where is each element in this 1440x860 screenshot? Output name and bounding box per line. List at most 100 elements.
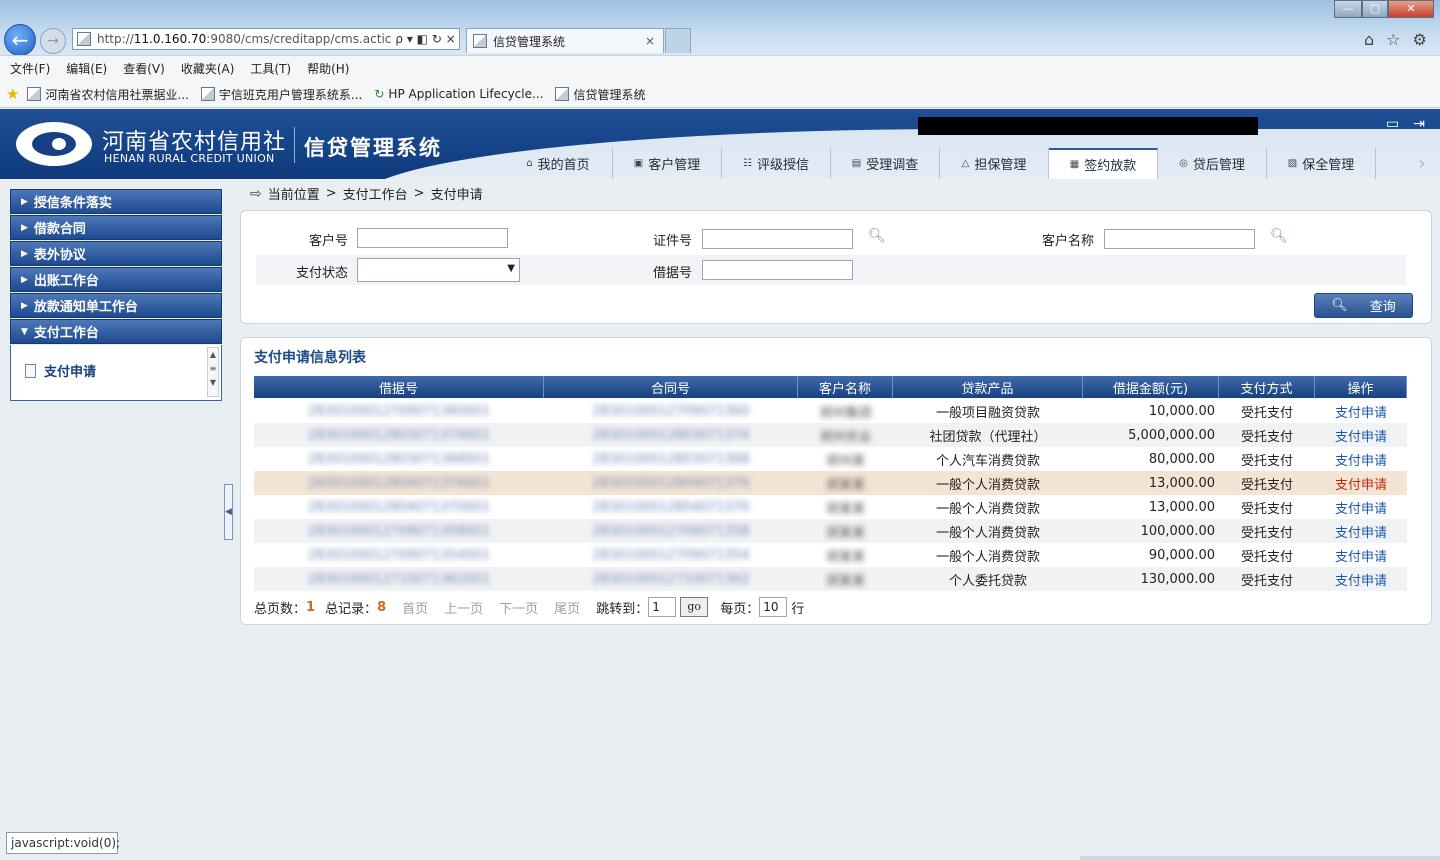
sidebar-item-label: 授信条件落实: [33, 196, 112, 211]
favorite-link[interactable]: ↻ HP Application Lifecycle...: [374, 87, 543, 101]
payment-apply-link[interactable]: 支付申请: [1335, 450, 1387, 469]
cell-text: 2830100012804071370001: [308, 499, 490, 515]
cell-text: 郑某某: [825, 525, 865, 541]
payment-apply-link[interactable]: 支付申请: [1335, 474, 1387, 493]
nav-tab-label: 我的首页: [537, 158, 590, 173]
table-cell-action[interactable]: 支付申请: [1315, 519, 1407, 543]
table-cell-action[interactable]: 支付申请: [1315, 567, 1407, 591]
back-arrow-icon[interactable]: ←: [4, 24, 36, 56]
preserve-icon: ▧: [1287, 158, 1298, 169]
table-cell-action[interactable]: 支付申请: [1315, 543, 1407, 567]
table-cell-name: 郑某某: [798, 495, 893, 519]
table-cell-action[interactable]: 支付申请: [1315, 423, 1407, 447]
address-tools[interactable]: ρ ▾ ◧ ↻ ×: [391, 32, 459, 46]
payment-apply-link[interactable]: 支付申请: [1335, 498, 1387, 517]
table-row[interactable]: 2830100012804071376001 283010001280407137…: [254, 471, 1407, 495]
chevron-down-icon: ▼: [507, 263, 515, 274]
submenu-item-payment-apply[interactable]: 支付申请: [25, 361, 96, 380]
nav-tab[interactable]: ◎ 贷后管理: [1158, 148, 1267, 179]
close-window-icon[interactable]: ✕: [1388, 0, 1434, 18]
maximize-icon[interactable]: ▢: [1362, 0, 1388, 18]
search-magnifier-icon[interactable]: 🔍︎: [1270, 228, 1288, 244]
nav-tab[interactable]: △ 担保管理: [940, 148, 1049, 179]
sidebar-submenu: 支付申请 ▲ ≡ ▼: [10, 345, 222, 401]
menu-bar: 文件(F) 编辑(E) 查看(V) 收藏夹(A) 工具(T) 帮助(H): [0, 55, 1440, 81]
payment-apply-link[interactable]: 支付申请: [1335, 402, 1387, 421]
address-bar[interactable]: http://11.0.160.70:9080/cms/creditapp/cm…: [72, 28, 460, 50]
gear-icon[interactable]: ⚙: [1413, 30, 1427, 49]
logout-icon[interactable]: ⇥: [1413, 116, 1425, 132]
nav-tab[interactable]: ▣ 客户管理: [613, 148, 722, 179]
menu-favorites[interactable]: 收藏夹(A): [181, 60, 235, 77]
first-page-link[interactable]: 首页: [402, 598, 428, 617]
table-cell-action[interactable]: 支付申请: [1315, 471, 1407, 495]
breadcrumb-item[interactable]: 支付工作台: [343, 184, 408, 203]
cell-text: 社团贷款（代理社）: [929, 429, 1047, 445]
table-row[interactable]: 2830100012803071368001 283010001280307136…: [254, 447, 1407, 471]
id-no-input[interactable]: [702, 229, 853, 249]
prev-page-link[interactable]: 上一页: [444, 598, 483, 617]
nav-tab[interactable]: ☷ 评级授信: [722, 148, 831, 179]
nav-tab[interactable]: ▤ 受理调查: [831, 148, 940, 179]
nav-scroll-right-icon[interactable]: ›: [1404, 148, 1440, 179]
customer-name-input[interactable]: [1104, 229, 1255, 249]
minimize-icon[interactable]: —: [1334, 0, 1362, 18]
next-page-link[interactable]: 下一页: [499, 598, 538, 617]
search-magnifier-icon[interactable]: 🔍︎: [868, 228, 886, 244]
favorite-link[interactable]: 河南省农村信用社票据业...: [27, 86, 189, 103]
menu-file[interactable]: 文件(F): [10, 60, 50, 77]
table-row[interactable]: 2830100012804071370001 283010001280407137…: [254, 495, 1407, 519]
forward-arrow-icon[interactable]: →: [40, 28, 66, 54]
pay-status-select[interactable]: ▼: [357, 258, 520, 282]
customer-no-input[interactable]: [357, 228, 508, 248]
menu-help[interactable]: 帮助(H): [307, 60, 349, 77]
sidebar-item-payment-desk[interactable]: ▼ 支付工作台: [10, 319, 222, 344]
table-row[interactable]: 2830100012709071358001 283010001270907135…: [254, 519, 1407, 543]
favorites-star-icon[interactable]: ★: [6, 85, 19, 103]
sidebar-item-loan-contract[interactable]: ▶ 借款合同: [10, 215, 222, 240]
payment-apply-link[interactable]: 支付申请: [1335, 426, 1387, 445]
payment-apply-link[interactable]: 支付申请: [1335, 522, 1387, 541]
favorite-link[interactable]: 信贷管理系统: [555, 86, 645, 103]
query-button[interactable]: 🔍︎ 查询: [1314, 293, 1413, 318]
sidebar-item-notice-desk[interactable]: ▶ 放款通知单工作台: [10, 293, 222, 318]
per-page-input[interactable]: 10: [759, 597, 788, 617]
favorites-star-icon[interactable]: ☆: [1386, 30, 1400, 49]
table-row[interactable]: 2830100012803071374001 283010001280307137…: [254, 423, 1407, 447]
jump-page-input[interactable]: 1: [648, 597, 677, 617]
tab-close-icon[interactable]: ×: [645, 34, 655, 48]
last-page-link[interactable]: 尾页: [554, 598, 580, 617]
go-button[interactable]: go: [680, 597, 709, 617]
payment-apply-link[interactable]: 支付申请: [1335, 570, 1387, 589]
submenu-scrollbar[interactable]: ▲ ≡ ▼: [207, 347, 219, 397]
home-icon[interactable]: ⌂: [1364, 30, 1374, 49]
sidebar-item-disbursement-desk[interactable]: ▶ 出账工作台: [10, 267, 222, 292]
table-cell-action[interactable]: 支付申请: [1315, 447, 1407, 471]
cell-text: 100,000.00: [1140, 523, 1215, 539]
menu-edit[interactable]: 编辑(E): [66, 60, 107, 77]
table-row[interactable]: 2830100012709071354001 283010001270907135…: [254, 543, 1407, 567]
menu-view[interactable]: 查看(V): [123, 60, 165, 77]
favorite-link[interactable]: 宇信班克用户管理系统系...: [200, 86, 362, 103]
cell-text: 5,000,000.00: [1128, 427, 1215, 443]
new-tab-button[interactable]: [665, 28, 691, 53]
refresh-icon: ↻: [374, 87, 385, 101]
table-cell-action[interactable]: 支付申请: [1315, 495, 1407, 519]
payment-apply-link[interactable]: 支付申请: [1335, 546, 1387, 565]
nav-tab[interactable]: ⌂ 我的首页: [504, 148, 613, 179]
search-row: 客户号 证件号 🔍︎ 客户名称 🔍︎: [256, 224, 1406, 254]
cell-text: 郑某某: [825, 549, 865, 565]
table-row[interactable]: 2830100012710071362001 283010001271007136…: [254, 567, 1407, 591]
table-row[interactable]: 2830100012709071360001 283010001270907136…: [254, 399, 1407, 423]
nav-tab[interactable]: ▦ 签约放款: [1049, 148, 1158, 179]
nav-tab[interactable]: ▧ 保全管理: [1267, 148, 1376, 179]
cell-text: 一般个人消费贷款: [935, 549, 1040, 565]
receipt-no-input[interactable]: [702, 260, 853, 280]
table-cell-action[interactable]: 支付申请: [1315, 399, 1407, 423]
sidebar-collapse-handle[interactable]: ◀: [224, 484, 233, 540]
sidebar-item-offbalance[interactable]: ▶ 表外协议: [10, 241, 222, 266]
browser-tab[interactable]: 信贷管理系统 ×: [466, 28, 664, 53]
monitor-icon[interactable]: ▭: [1386, 116, 1399, 132]
menu-tools[interactable]: 工具(T): [250, 60, 291, 77]
sidebar-item-credit-conditions[interactable]: ▶ 授信条件落实: [10, 189, 222, 214]
